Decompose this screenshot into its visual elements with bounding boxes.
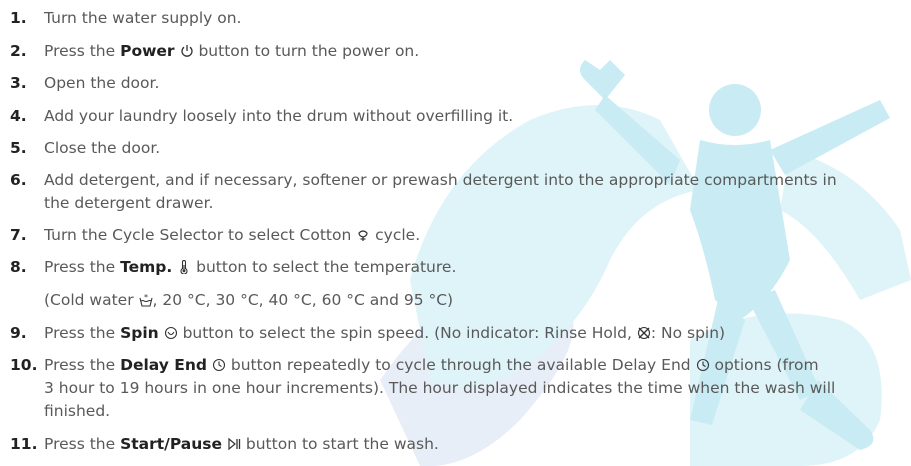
temperature-options: (Cold water * , 20 °C, 30 °C, 40 °C, 60 °… (44, 289, 904, 311)
step-text-pre: Turn the Cycle Selector to select Cotton (44, 226, 357, 244)
step-text: Turn the Cycle Selector to select Cotton… (44, 224, 910, 246)
step-number: 8. (10, 258, 27, 276)
step-text-line2: 3 hour to 19 hours in one hour increment… (44, 379, 836, 397)
step-text: Press the Start/Pause button to start th… (44, 433, 910, 455)
step-text: Press the Power button to turn the power… (44, 40, 910, 62)
step-text: Press the Temp. button to select the tem… (44, 256, 910, 278)
step-text: Press the Spin button to select the spin… (44, 322, 910, 344)
step-text-pre: Press the (44, 435, 121, 453)
step-number: 9. (10, 324, 27, 342)
step-text-post: button to turn the power on. (193, 42, 420, 60)
cold-water-icon: * (138, 293, 153, 307)
step-text-post: button to select the temperature. (191, 258, 457, 276)
step-text-post: button to start the wash. (240, 435, 439, 453)
no-spin-icon (637, 326, 651, 340)
step-text-post: cycle. (370, 226, 421, 244)
step-text-mid: button to select the spin speed. (No ind… (177, 324, 637, 342)
step-text: Open the door. (44, 74, 160, 92)
step-number: 2. (10, 42, 27, 60)
step-text-post: options (from (709, 356, 819, 374)
thermometer-icon (177, 260, 191, 274)
step-text: Close the door. (44, 139, 161, 157)
start-pause-button-label: Start/Pause (120, 435, 223, 453)
step-number: 1. (10, 9, 27, 27)
cotton-icon (356, 228, 370, 242)
svg-text:*: * (144, 293, 148, 302)
step-text-pre: Press the (44, 42, 121, 60)
step-number: 5. (10, 139, 27, 157)
step-text-pre: Press the (44, 258, 121, 276)
step-number: 4. (10, 107, 27, 125)
step-number: 7. (10, 226, 27, 244)
power-button-label: Power (120, 42, 175, 60)
step-number: 11. (10, 435, 38, 453)
temperature-options-post: , 20 °C, 30 °C, 40 °C, 60 °C and 95 °C) (152, 291, 454, 309)
step-text-pre: Press the (44, 356, 121, 374)
step-text-line3: finished. (44, 402, 111, 420)
delay-end-icon (696, 358, 710, 372)
step-text: Add your laundry loosely into the drum w… (44, 107, 514, 125)
step-text-line1: Add detergent, and if necessary, softene… (44, 171, 837, 189)
step-number: 3. (10, 74, 27, 92)
spin-icon (164, 326, 178, 340)
spin-button-label: Spin (120, 324, 159, 342)
delay-end-button-label: Delay End (120, 356, 207, 374)
delay-end-icon (212, 358, 226, 372)
temperature-options-pre: (Cold water (44, 291, 139, 309)
step-text-pre: Press the (44, 324, 121, 342)
power-icon (180, 44, 194, 58)
step-number: 10. (10, 356, 38, 374)
step-text-mid: button repeatedly to cycle through the a… (225, 356, 696, 374)
step-text-line2: the detergent drawer. (44, 194, 214, 212)
start-pause-icon (227, 437, 241, 451)
step-number: 6. (10, 171, 27, 189)
step-text: Turn the water supply on. (44, 9, 242, 27)
step-text: Press the Delay End button repeatedly to… (44, 354, 910, 376)
temp-button-label: Temp. (120, 258, 173, 276)
step-text-post: : No spin) (650, 324, 726, 342)
